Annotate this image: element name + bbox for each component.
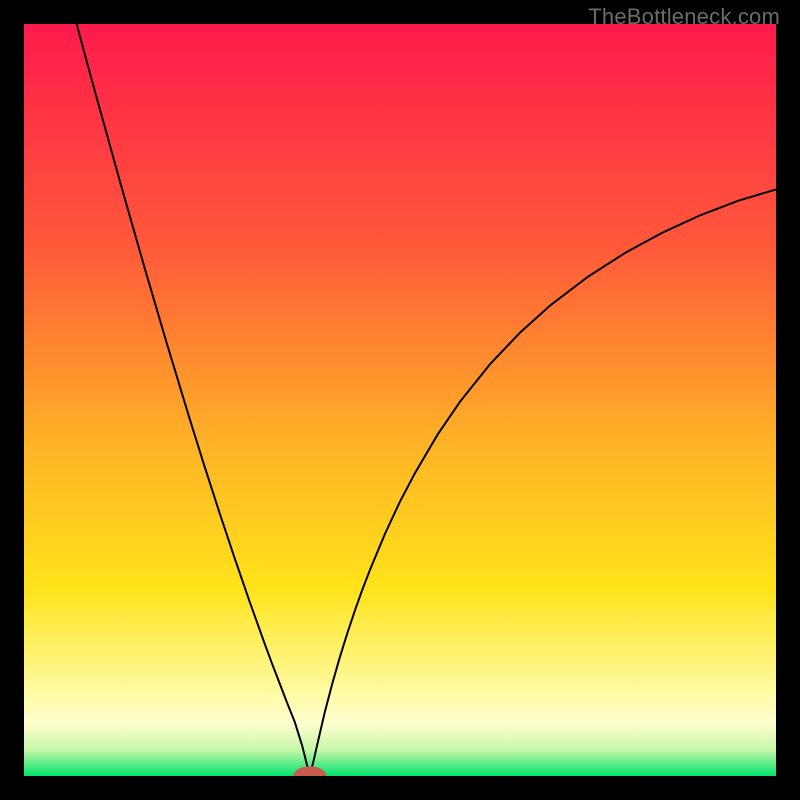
watermark-text: TheBottleneck.com	[588, 4, 780, 30]
bottleneck-chart	[24, 24, 776, 776]
chart-background	[24, 24, 776, 776]
chart-frame: TheBottleneck.com	[0, 0, 800, 800]
